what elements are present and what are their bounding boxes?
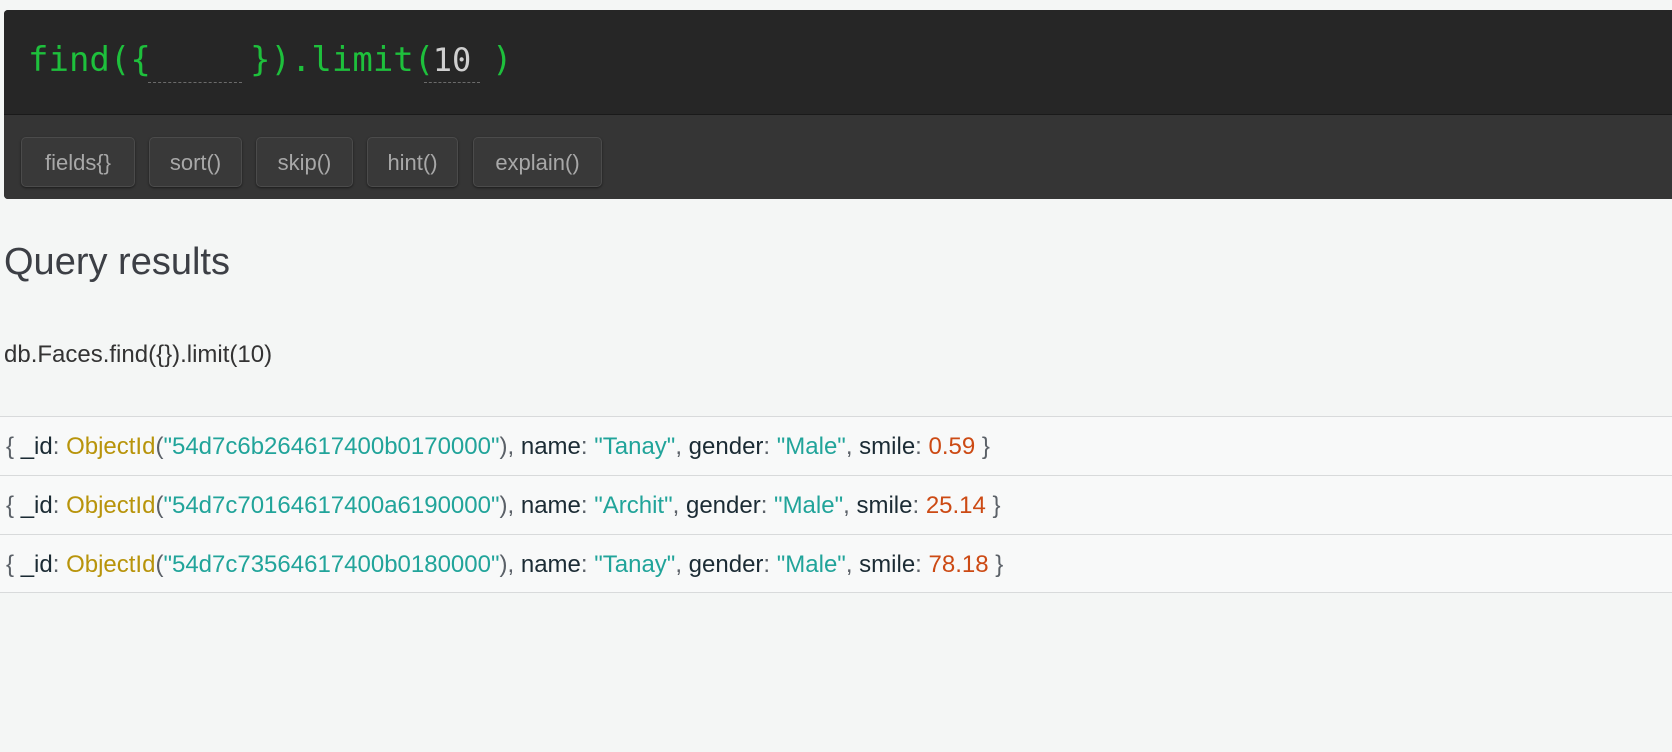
explain-button[interactable]: explain(): [473, 137, 602, 187]
comma: ,: [843, 492, 850, 519]
colon: :: [763, 433, 771, 460]
id-value: "54d7c73564617400b0180000": [163, 551, 500, 578]
name-value: "Tanay": [594, 551, 676, 578]
query-echo: db.Faces.find({}).limit(10): [4, 341, 273, 368]
skip-button[interactable]: skip(): [256, 137, 353, 187]
close-brace: }: [992, 492, 1001, 519]
id-key: _id: [20, 433, 53, 460]
colon: :: [52, 551, 60, 578]
gender-value: "Male": [776, 551, 846, 578]
comma: ,: [507, 551, 515, 578]
gender-key: gender: [688, 551, 764, 578]
smile-value: 0.59: [928, 433, 976, 460]
colon: :: [52, 433, 60, 460]
results-list: { _id: ObjectId("54d7c6b264617400b017000…: [0, 416, 1672, 593]
colon: :: [580, 492, 588, 519]
query-middle: }).limit(: [250, 40, 435, 80]
colon: :: [912, 492, 920, 519]
objectid-fn: ObjectId: [66, 551, 156, 578]
close-paren: ): [499, 551, 508, 578]
id-value: "54d7c70164617400a6190000": [163, 492, 500, 519]
comma: ,: [845, 551, 853, 578]
hint-button[interactable]: hint(): [367, 137, 458, 187]
colon: :: [915, 551, 922, 578]
smile-key: smile: [856, 492, 913, 519]
comma: ,: [672, 492, 680, 519]
query-panel: find({ }).limit( ) fields{} sort() skip(…: [4, 10, 1672, 199]
id-key: _id: [20, 551, 53, 578]
result-row: { _id: ObjectId("54d7c70164617400a619000…: [0, 475, 1672, 534]
gender-value: "Male": [774, 492, 844, 519]
colon: :: [915, 433, 922, 460]
comma: ,: [845, 433, 853, 460]
result-row: { _id: ObjectId("54d7c73564617400b018000…: [0, 534, 1672, 593]
id-value: "54d7c6b264617400b0170000": [163, 433, 500, 460]
name-value: "Tanay": [594, 433, 676, 460]
objectid-fn: ObjectId: [66, 433, 156, 460]
colon: :: [580, 433, 588, 460]
query-editor: find({ }).limit( ): [4, 10, 1672, 115]
smile-value: 25.14: [925, 492, 986, 519]
sort-button[interactable]: sort(): [149, 137, 242, 187]
query-prefix: find({: [28, 40, 151, 80]
results-title: Query results: [4, 241, 230, 283]
query-toolbar: fields{} sort() skip() hint() explain(): [4, 115, 1672, 199]
name-key: name: [520, 492, 581, 519]
comma: ,: [675, 433, 682, 460]
comma: ,: [675, 551, 682, 578]
open-brace: {: [6, 551, 15, 578]
colon: :: [760, 492, 768, 519]
query-suffix: ): [492, 40, 513, 80]
objectid-fn: ObjectId: [66, 492, 156, 519]
close-paren: ): [499, 433, 508, 460]
comma: ,: [507, 492, 515, 519]
smile-key: smile: [859, 433, 916, 460]
name-key: name: [520, 551, 581, 578]
colon: :: [580, 551, 588, 578]
comma: ,: [507, 433, 515, 460]
colon: :: [763, 551, 771, 578]
close-brace: }: [995, 551, 1004, 578]
gender-key: gender: [688, 433, 764, 460]
filter-input[interactable]: [148, 38, 242, 83]
id-key: _id: [20, 492, 53, 519]
smile-value: 78.18: [928, 551, 989, 578]
name-value: "Archit": [594, 492, 673, 519]
result-row: { _id: ObjectId("54d7c6b264617400b017000…: [0, 416, 1672, 475]
gender-value: "Male": [776, 433, 846, 460]
fields-button[interactable]: fields{}: [21, 137, 135, 187]
colon: :: [52, 492, 60, 519]
gender-key: gender: [685, 492, 761, 519]
close-paren: ): [499, 492, 508, 519]
close-brace: }: [981, 433, 990, 460]
open-brace: {: [6, 433, 15, 460]
smile-key: smile: [859, 551, 916, 578]
name-key: name: [520, 433, 581, 460]
open-brace: {: [6, 492, 15, 519]
limit-input[interactable]: [424, 38, 480, 83]
